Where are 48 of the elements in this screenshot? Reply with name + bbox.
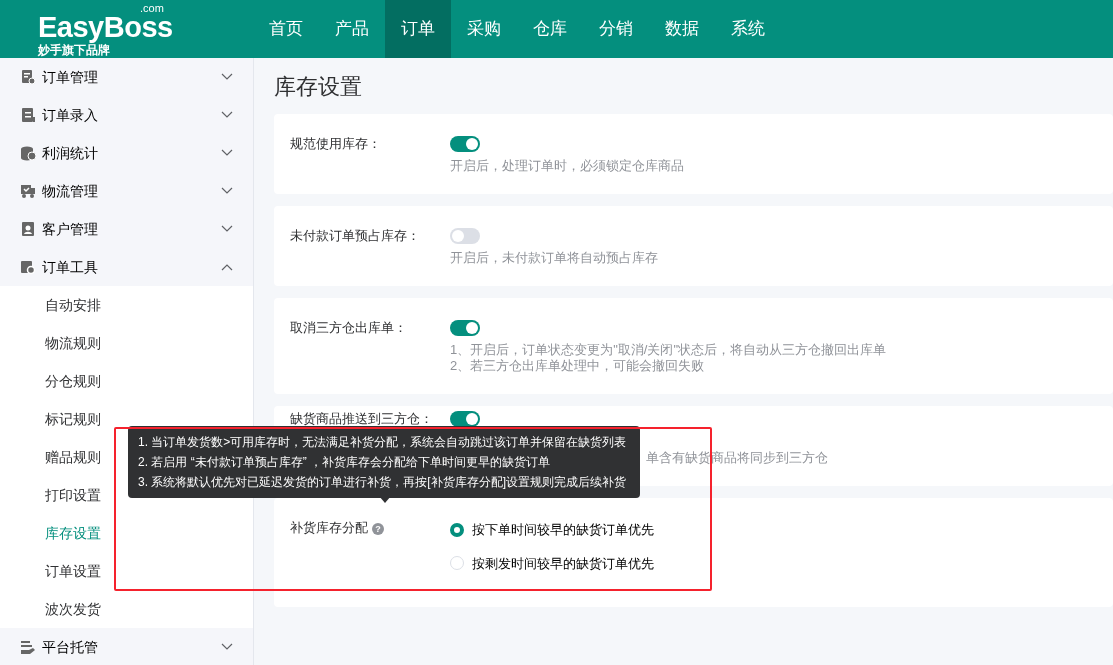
nav-tab[interactable]: 产品 bbox=[319, 0, 385, 58]
radio-option[interactable]: 按下单时间较早的缺货订单优先 bbox=[450, 520, 654, 540]
nav-tab[interactable]: 数据 bbox=[649, 0, 715, 58]
hand-icon bbox=[20, 639, 36, 655]
setting-description: 开启后，处理订单时，必须锁定仓库商品 bbox=[450, 158, 684, 174]
nav-tab[interactable]: 订单 bbox=[385, 0, 451, 58]
setting-label: 规范使用库存： bbox=[290, 136, 381, 151]
setting-description: 2、若三方仓出库单处理中，可能会撤回失败 bbox=[450, 358, 706, 374]
radio-option[interactable]: 按剩发时间较早的缺货订单优先 bbox=[450, 553, 654, 573]
document-icon bbox=[20, 69, 36, 85]
sidebar-group[interactable]: 利润统计 bbox=[0, 134, 253, 172]
setting-description: 开启后，未付款订单将自动预占库存 bbox=[450, 250, 658, 266]
chevron-down-icon bbox=[221, 643, 233, 651]
setting-label: 未付款订单预占库存： bbox=[290, 228, 420, 243]
toggle-switch[interactable] bbox=[450, 228, 480, 244]
chevron-down-icon bbox=[221, 73, 233, 81]
toggle-switch[interactable] bbox=[450, 411, 480, 427]
chevron-down-icon bbox=[221, 187, 233, 195]
page-title: 库存设置 bbox=[274, 73, 363, 101]
chevron-down-icon bbox=[221, 225, 233, 233]
chevron-down-icon bbox=[221, 149, 233, 157]
chevron-down-icon bbox=[221, 111, 233, 119]
sidebar-group[interactable]: 订单管理 bbox=[0, 58, 253, 96]
contact-card-icon bbox=[20, 221, 36, 237]
setting-label: 缺货商品推送到三方仓： bbox=[290, 411, 433, 426]
nav-tab[interactable]: 仓库 bbox=[517, 0, 583, 58]
nav-tab[interactable]: 系统 bbox=[715, 0, 781, 58]
coins-icon bbox=[20, 145, 36, 161]
toggle-switch[interactable] bbox=[450, 136, 480, 152]
toggle-switch[interactable] bbox=[450, 320, 480, 336]
sidebar-group[interactable]: 客户管理 bbox=[0, 210, 253, 248]
nav-tab[interactable]: 分销 bbox=[583, 0, 649, 58]
truck-icon bbox=[20, 183, 36, 199]
setting-description: 单含有缺货商品将同步到三方仓 bbox=[646, 450, 828, 466]
sidebar-group[interactable]: 订单录入 bbox=[0, 96, 253, 134]
brand-tagline: 妙手旗下品牌 bbox=[38, 43, 111, 57]
nav-tab[interactable]: 首页 bbox=[253, 0, 319, 58]
chevron-up-icon bbox=[221, 263, 233, 271]
setting-description: 1、开启后，订单状态变更为"取消/关闭"状态后，将自动从三方仓撤回出库单 bbox=[450, 342, 887, 358]
setting-label: 取消三方仓出库单： bbox=[290, 320, 407, 335]
sidebar-group[interactable]: 物流管理 bbox=[0, 172, 253, 210]
logo-domain: .com bbox=[140, 2, 164, 14]
form-icon bbox=[20, 107, 36, 123]
sidebar-group[interactable]: 平台托管 bbox=[0, 628, 253, 665]
nav-tab[interactable]: 采购 bbox=[451, 0, 517, 58]
sidebar-group[interactable]: 订单工具 bbox=[0, 248, 253, 286]
setting-label: 补货库存分配 bbox=[290, 520, 368, 535]
gear-document-icon bbox=[20, 259, 36, 275]
